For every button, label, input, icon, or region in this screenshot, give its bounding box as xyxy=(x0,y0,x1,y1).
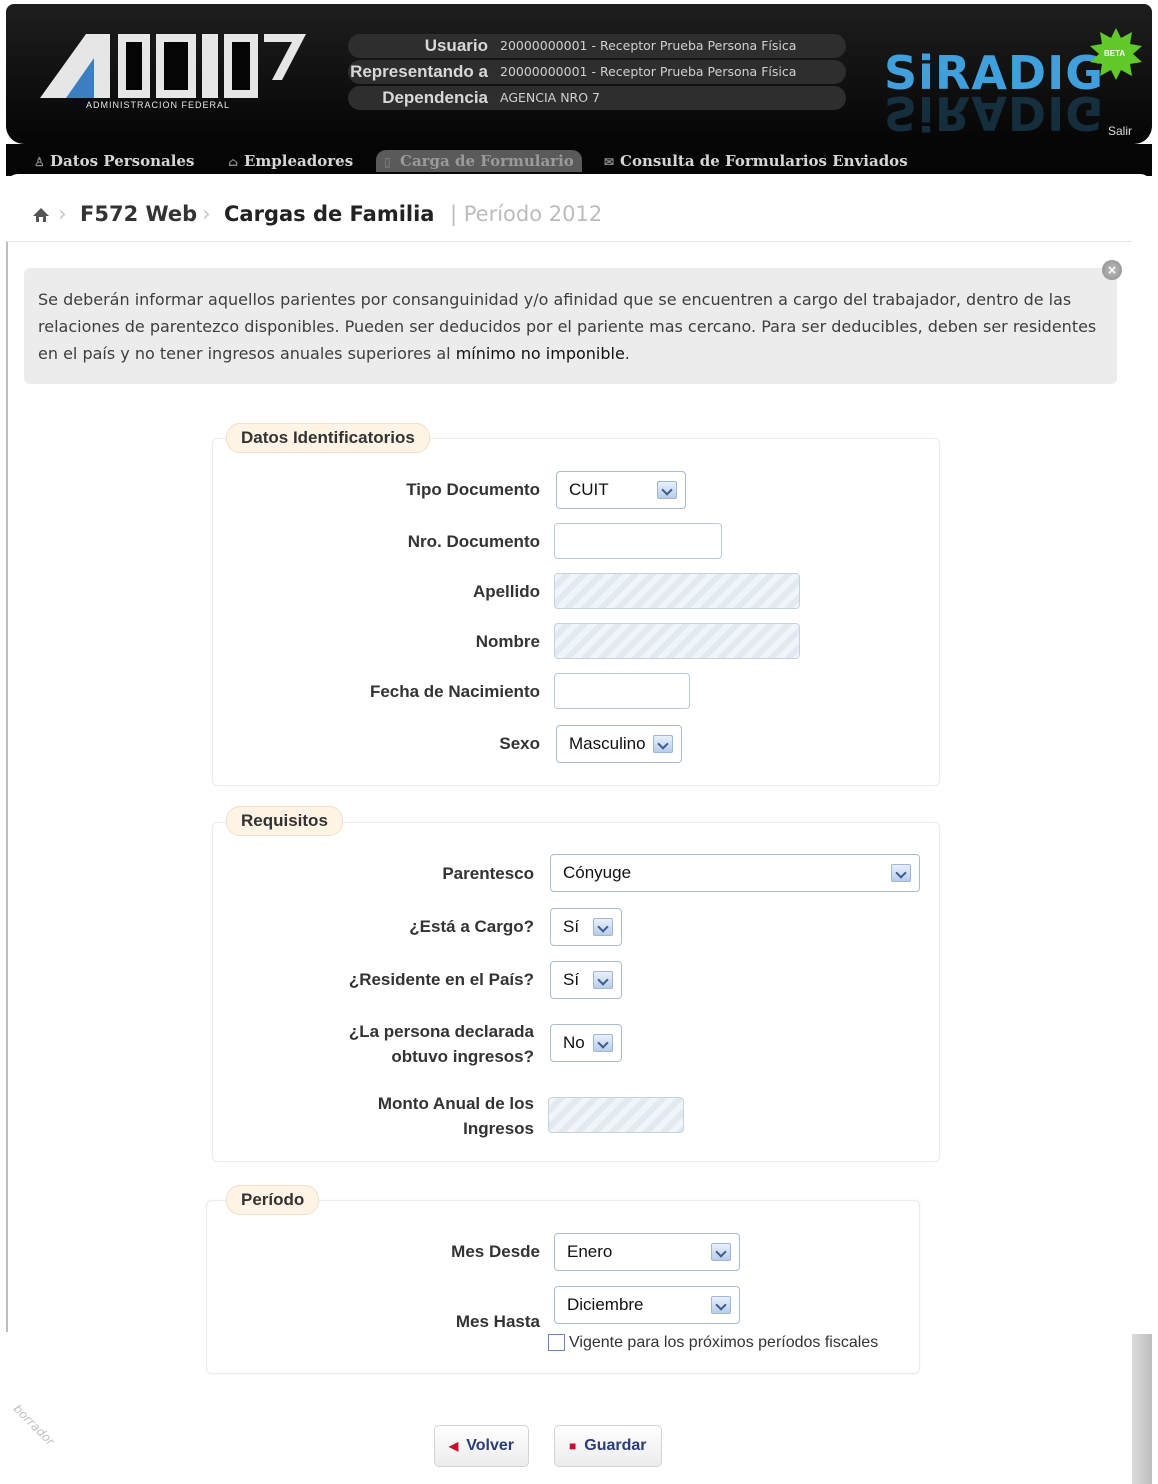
chevron-down-icon xyxy=(593,971,613,989)
legend-datos-identificatorios: Datos Identificatorios xyxy=(226,423,430,453)
app-logo-reflection: SiRADIG xyxy=(884,92,1104,140)
apellido-input[interactable] xyxy=(554,573,800,609)
logout-link[interactable]: Salir xyxy=(1108,124,1132,138)
user-row-usuario: Usuario 20000000001 - Receptor Prueba Pe… xyxy=(348,34,846,58)
dependencia-label: Dependencia xyxy=(382,88,488,107)
user-info: Usuario 20000000001 - Receptor Prueba Pe… xyxy=(348,34,846,112)
esta-a-cargo-label: ¿Está a Cargo? xyxy=(409,917,534,936)
envelope-icon: ✉ xyxy=(604,155,615,169)
mes-hasta-select[interactable]: Diciembre xyxy=(554,1286,740,1324)
residente-select[interactable]: Sí xyxy=(550,961,622,999)
nav-empleadores[interactable]: ⌂ Empleadores xyxy=(228,150,353,172)
sexo-label: Sexo xyxy=(499,734,540,753)
home-icon[interactable] xyxy=(32,206,50,224)
nav-label: Datos Personales xyxy=(50,152,195,170)
sexo-value: Masculino xyxy=(569,734,646,753)
info-text: Se deberán informar aquellos parientes p… xyxy=(38,286,1098,367)
user-row-dependencia: Dependencia AGENCIA NRO 7 xyxy=(348,86,846,110)
nro-documento-input[interactable] xyxy=(554,523,722,559)
person-icon: ♙ xyxy=(34,155,45,169)
panel-left-border xyxy=(6,242,8,1332)
mes-hasta-value: Diciembre xyxy=(567,1295,644,1314)
save-icon: ■ xyxy=(569,1439,577,1453)
mes-desde-value: Enero xyxy=(567,1242,613,1261)
logo-subtitle: ADMINISTRACION FEDERAL xyxy=(86,100,231,110)
nombre-input[interactable] xyxy=(554,623,800,659)
panel-right-shade xyxy=(1132,1334,1152,1484)
beta-badge-label: BETA xyxy=(1104,49,1126,58)
nav-datos-personales[interactable]: ♙ Datos Personales xyxy=(34,150,194,172)
dependencia-value: AGENCIA NRO 7 xyxy=(500,90,601,105)
nav-carga-formulario[interactable]: ▯ Carga de Formulario xyxy=(376,150,582,172)
legend-periodo: Período xyxy=(226,1185,320,1215)
chevron-down-icon xyxy=(593,1034,613,1052)
parentesco-label: Parentesco xyxy=(442,864,534,883)
esta-a-cargo-select[interactable]: Sí xyxy=(550,908,622,946)
residente-label: ¿Residente en el País? xyxy=(348,970,534,989)
representando-label: Representando a xyxy=(350,62,488,81)
obtuvo-ingresos-select[interactable]: No xyxy=(550,1024,622,1062)
nro-documento-label: Nro. Documento xyxy=(407,532,540,551)
monto-anual-label: Monto Anual de los Ingresos xyxy=(377,1094,534,1138)
nav-label: Empleadores xyxy=(244,152,354,170)
vigente-label: Vigente para los próximos períodos fisca… xyxy=(569,1334,879,1351)
info-text-end: . xyxy=(624,344,630,363)
apellido-label: Apellido xyxy=(472,582,540,601)
sexo-select[interactable]: Masculino xyxy=(556,725,682,763)
tipo-documento-value: CUIT xyxy=(569,480,609,499)
mes-desde-label: Mes Desde xyxy=(451,1242,540,1261)
app-header: ADMINISTRACION FEDERAL Usuario 200000000… xyxy=(6,4,1152,144)
breadcrumb-f572[interactable]: F572 Web xyxy=(80,202,197,226)
residente-value: Sí xyxy=(563,970,580,989)
guardar-button[interactable]: ■ Guardar xyxy=(554,1425,662,1467)
legend-requisitos: Requisitos xyxy=(226,806,343,836)
mes-desde-select[interactable]: Enero xyxy=(554,1233,740,1271)
nav-consulta-formularios[interactable]: ✉ Consulta de Formularios Enviados xyxy=(604,150,908,172)
obtuvo-ingresos-value: No xyxy=(563,1033,585,1052)
main-nav: ♙ Datos Personales ⌂ Empleadores ▯ Carga de… xyxy=(6,144,1152,176)
building-icon: ⌂ xyxy=(228,155,239,169)
user-row-representando: Representando a 20000000001 - Receptor P… xyxy=(348,60,846,84)
chevron-down-icon xyxy=(653,735,673,753)
vigente-row: Vigente para los próximos períodos fisca… xyxy=(548,1334,878,1352)
user-value: 20000000001 - Receptor Prueba Persona Fí… xyxy=(500,38,797,53)
breadcrumb-separator: › xyxy=(58,202,67,227)
nombre-label: Nombre xyxy=(475,632,540,651)
volver-label: Volver xyxy=(466,1437,514,1454)
obtuvo-ingresos-label: ¿La persona declarada obtuvo ingresos? xyxy=(348,1022,534,1066)
guardar-label: Guardar xyxy=(584,1437,647,1454)
nav-label: Carga de Formulario xyxy=(400,152,574,170)
vigente-checkbox[interactable] xyxy=(548,1334,565,1352)
page-title: Cargas de Familia xyxy=(224,202,435,226)
chevron-down-icon xyxy=(891,864,911,882)
fecha-nacimiento-label: Fecha de Nacimiento xyxy=(369,682,540,701)
minimo-no-imponible-link[interactable]: mínimo no imponible xyxy=(456,344,625,363)
chevron-down-icon xyxy=(711,1243,731,1261)
arrow-left-icon: ◀ xyxy=(449,1439,459,1453)
parentesco-select[interactable]: Cónyuge xyxy=(550,854,920,892)
mes-hasta-label: Mes Hasta xyxy=(455,1312,540,1331)
chevron-down-icon xyxy=(657,481,677,499)
tipo-documento-label: Tipo Documento xyxy=(406,480,540,499)
period-label: | Período 2012 xyxy=(450,202,603,226)
user-label: Usuario xyxy=(424,36,488,55)
chevron-down-icon xyxy=(593,918,613,936)
tipo-documento-select[interactable]: CUIT xyxy=(556,471,686,509)
representando-value: 20000000001 - Receptor Prueba Persona Fí… xyxy=(500,64,797,79)
volver-button[interactable]: ◀ Volver xyxy=(434,1425,529,1467)
nav-label: Consulta de Formularios Enviados xyxy=(620,152,908,170)
chevron-down-icon xyxy=(711,1296,731,1314)
fecha-nacimiento-input[interactable] xyxy=(554,673,690,709)
breadcrumb-separator: › xyxy=(202,202,211,227)
divider xyxy=(6,241,1132,242)
esta-a-cargo-value: Sí xyxy=(563,917,580,936)
info-message: Se deberán informar aquellos parientes p… xyxy=(24,268,1117,384)
form-icon: ▯ xyxy=(384,155,391,169)
close-icon[interactable]: × xyxy=(1102,260,1122,280)
monto-anual-input[interactable] xyxy=(548,1097,684,1133)
parentesco-value: Cónyuge xyxy=(563,863,632,882)
